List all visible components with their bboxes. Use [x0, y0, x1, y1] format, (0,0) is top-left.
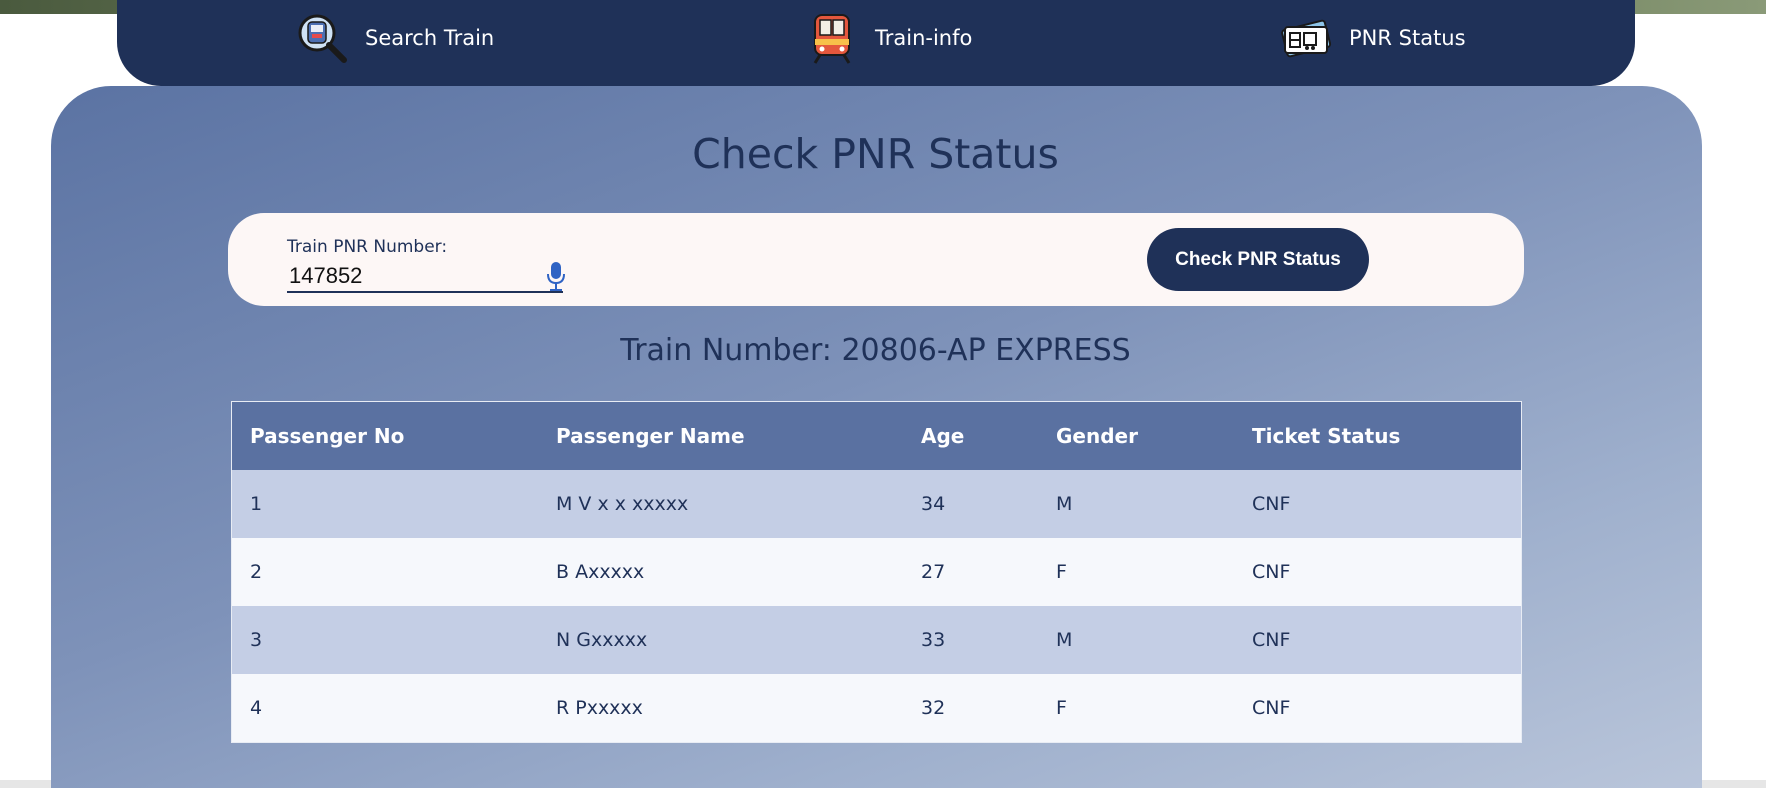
- microphone-icon[interactable]: [546, 262, 566, 292]
- table-header-row: Passenger No Passenger Name Age Gender T…: [231, 401, 1522, 470]
- passenger-table: Passenger No Passenger Name Age Gender T…: [231, 401, 1522, 743]
- check-pnr-button[interactable]: Check PNR Status: [1147, 228, 1369, 291]
- pnr-search-card: Train PNR Number: Check PNR Status: [228, 213, 1524, 306]
- cell-gender: F: [1038, 674, 1234, 743]
- header-passenger-name: Passenger Name: [538, 401, 903, 470]
- cell-gender: M: [1038, 606, 1234, 674]
- cell-age: 33: [903, 606, 1038, 674]
- table-row: 4 R Pxxxxx 32 F CNF: [231, 674, 1522, 743]
- table-row: 1 M V x x xxxxx 34 M CNF: [231, 470, 1522, 538]
- cell-gender: M: [1038, 470, 1234, 538]
- pnr-number-input[interactable]: [287, 261, 563, 293]
- nav-item-pnr-status[interactable]: PNR Status: [1279, 10, 1466, 66]
- cell-passenger-name: B Axxxxx: [538, 538, 903, 606]
- header-passenger-no: Passenger No: [231, 401, 538, 470]
- top-navbar: Search Train Train-info PNR Status: [117, 0, 1635, 86]
- cell-ticket-status: CNF: [1234, 606, 1522, 674]
- header-ticket-status: Ticket Status: [1234, 401, 1522, 470]
- cell-age: 34: [903, 470, 1038, 538]
- header-gender: Gender: [1038, 401, 1234, 470]
- cell-age: 32: [903, 674, 1038, 743]
- train-search-icon: [298, 14, 347, 63]
- cell-ticket-status: CNF: [1234, 470, 1522, 538]
- table-row: 3 N Gxxxxx 33 M CNF: [231, 606, 1522, 674]
- train-number-heading: Train Number: 20806-AP EXPRESS: [620, 333, 1131, 368]
- cell-passenger-no: 4: [231, 674, 538, 743]
- pnr-input-label: Train PNR Number:: [287, 237, 448, 257]
- cell-gender: F: [1038, 538, 1234, 606]
- cell-age: 27: [903, 538, 1038, 606]
- nav-item-train-info[interactable]: Train-info: [805, 10, 972, 66]
- cell-passenger-name: R Pxxxxx: [538, 674, 903, 743]
- cell-ticket-status: CNF: [1234, 674, 1522, 743]
- nav-label-train-info: Train-info: [875, 26, 973, 50]
- table-row: 2 B Axxxxx 27 F CNF: [231, 538, 1522, 606]
- page-title: Check PNR Status: [692, 130, 1059, 178]
- nav-label-pnr-status: PNR Status: [1349, 26, 1466, 50]
- cell-passenger-name: N Gxxxxx: [538, 606, 903, 674]
- cell-passenger-name: M V x x xxxxx: [538, 470, 903, 538]
- train-front-icon: [813, 14, 851, 64]
- ticket-icon: [1281, 19, 1332, 58]
- nav-label-search-train: Search Train: [365, 26, 495, 50]
- cell-passenger-no: 1: [231, 470, 538, 538]
- cell-ticket-status: CNF: [1234, 538, 1522, 606]
- cell-passenger-no: 3: [231, 606, 538, 674]
- header-age: Age: [903, 401, 1038, 470]
- nav-item-search-train[interactable]: Search Train: [295, 10, 494, 66]
- cell-passenger-no: 2: [231, 538, 538, 606]
